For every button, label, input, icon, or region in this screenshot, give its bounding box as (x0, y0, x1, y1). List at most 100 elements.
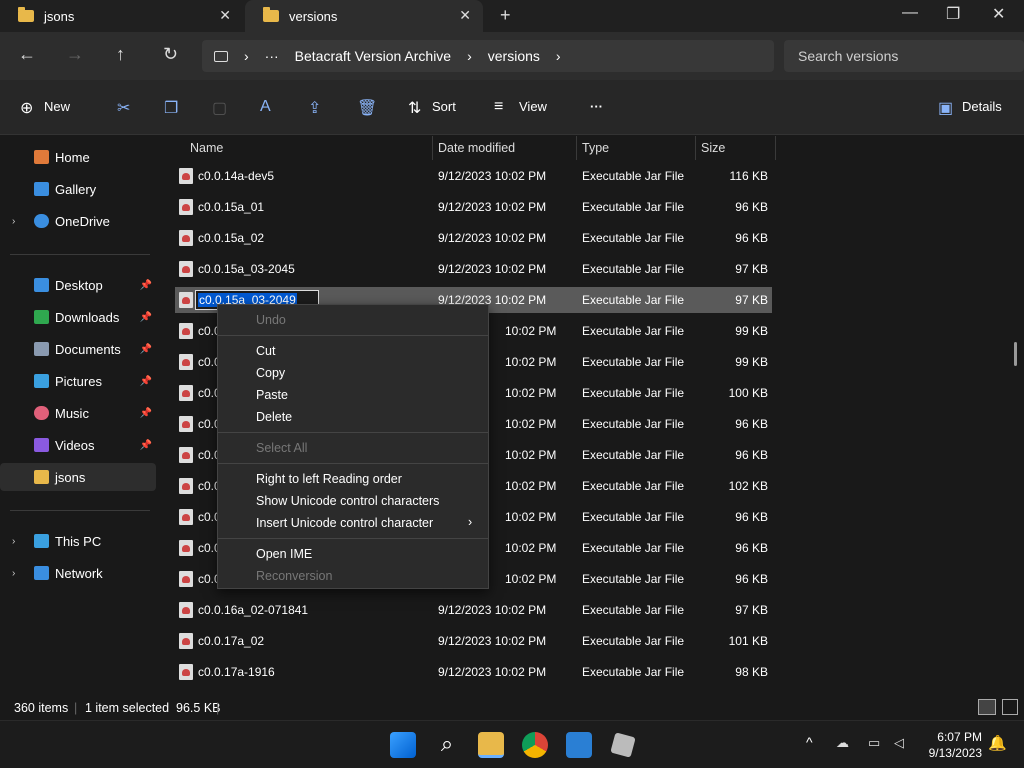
table-row[interactable]: c0.0.15a_01 9/12/2023 10:02 PM Executable … (175, 194, 772, 220)
gallery-icon (34, 182, 49, 196)
volume-icon[interactable]: ◁ (894, 735, 904, 751)
menu-item-paste[interactable]: Paste (256, 388, 288, 402)
back-button[interactable]: ← (18, 44, 36, 65)
minimize-button[interactable]: — (902, 4, 918, 22)
paste-icon[interactable]: ▢ (212, 98, 227, 118)
tiles-view-icon[interactable] (1002, 699, 1018, 715)
tab-jsons[interactable]: jsons ✕ (0, 0, 243, 32)
file-size: 96 KB (735, 541, 768, 555)
search-icon[interactable]: ⌕ (434, 732, 460, 758)
menu-item-delete[interactable]: Delete (256, 410, 292, 424)
command-bar: ⊕ New ✂ ❐ ▢ A ⇪ 🗑 ⇅ Sort ≡ View ··· ▣ De… (0, 80, 1024, 135)
file-date: 10:02 PM (505, 417, 557, 431)
breadcrumb[interactable]: › ··· Betacraft Version Archive › versio… (202, 40, 774, 72)
breadcrumb-item[interactable]: versions (488, 48, 540, 64)
music-icon (34, 406, 49, 420)
status-divider: | (216, 701, 220, 715)
file-type: Executable Jar File (582, 200, 685, 214)
menu-separator (218, 432, 488, 433)
maximize-button[interactable]: ❐ (946, 4, 960, 24)
sort-button[interactable]: Sort (432, 99, 456, 114)
table-row[interactable]: c0.0.15a_02 9/12/2023 10:02 PM Executable … (175, 225, 772, 251)
copy-icon[interactable]: ❐ (164, 98, 178, 118)
tab-close-icon[interactable]: ✕ (459, 7, 471, 24)
start-icon[interactable] (390, 732, 416, 758)
table-row[interactable]: c0.0.17a_02 9/12/2023 10:02 PM Executable … (175, 628, 772, 654)
chrome-icon[interactable] (522, 732, 548, 758)
share-icon[interactable]: ⇪ (308, 98, 321, 118)
sidebar-item-downloads[interactable]: Downloads 📌 (0, 303, 156, 331)
table-row[interactable]: c0.0.16a_02-071841 9/12/2023 10:02 PM Exec… (175, 597, 772, 623)
chevron-right-icon[interactable]: › (12, 536, 15, 547)
up-button[interactable]: ↑ (116, 44, 125, 65)
menu-item-rtl-reading[interactable]: Right to left Reading order (256, 472, 402, 486)
notification-icon[interactable]: 🔔 (988, 734, 1007, 752)
cut-icon[interactable]: ✂ (117, 98, 130, 118)
table-row[interactable]: c0.0.14a-dev5 9/12/2023 10:02 PM Executabl… (175, 163, 772, 189)
scrollbar[interactable] (1014, 342, 1017, 366)
store-icon[interactable] (566, 732, 592, 758)
rename-icon[interactable]: A (260, 98, 271, 116)
sidebar-item-label: OneDrive (55, 213, 110, 229)
view-icon: ≡ (494, 98, 504, 115)
chevron-up-icon[interactable]: ^ (806, 734, 813, 750)
sidebar-item-documents[interactable]: Documents 📌 (0, 335, 156, 363)
table-row[interactable]: c0.0.15a_03-2045 9/12/2023 10:02 PM Execut… (175, 256, 772, 282)
sidebar-item-home[interactable]: Home (0, 143, 156, 171)
file-date: 10:02 PM (505, 448, 557, 462)
column-type[interactable]: Type (576, 136, 696, 160)
sidebar-item-label: Home (55, 149, 90, 165)
jar-file-icon (179, 633, 193, 649)
folder-icon (34, 470, 49, 484)
menu-item-reconversion[interactable]: Reconversion (256, 569, 332, 583)
roblox-icon[interactable] (610, 732, 636, 758)
tab-bar: jsons ✕ versions ✕ + — ❐ ✕ (0, 0, 1024, 32)
menu-item-select-all[interactable]: Select All (256, 441, 307, 455)
folder-icon (18, 7, 34, 22)
view-button[interactable]: View (519, 99, 547, 114)
menu-item-copy[interactable]: Copy (256, 366, 285, 380)
clock[interactable]: 6:07 PM 9/13/2023 (929, 729, 982, 761)
more-options-button[interactable]: ··· (590, 99, 603, 114)
file-type: Executable Jar File (582, 572, 685, 586)
refresh-button[interactable]: ↻ (163, 44, 178, 65)
sidebar-item-gallery[interactable]: Gallery (0, 175, 156, 203)
tab-versions[interactable]: versions ✕ (245, 0, 483, 32)
onedrive-icon[interactable]: ☁ (836, 735, 849, 751)
menu-item-undo[interactable]: Undo (256, 313, 286, 327)
tab-close-icon[interactable]: ✕ (219, 7, 231, 24)
new-tab-button[interactable]: + (500, 5, 511, 26)
details-button[interactable]: Details (962, 99, 1002, 114)
forward-button[interactable]: → (66, 44, 84, 65)
sidebar-item-videos[interactable]: Videos 📌 (0, 431, 156, 459)
menu-item-cut[interactable]: Cut (256, 344, 275, 358)
sidebar-item-network[interactable]: › Network (0, 559, 156, 587)
close-window-button[interactable]: ✕ (992, 4, 1005, 24)
sidebar-item-onedrive[interactable]: › OneDrive (0, 207, 156, 235)
column-date[interactable]: Date modified (432, 136, 577, 160)
sidebar-item-jsons[interactable]: jsons (0, 463, 156, 491)
chevron-right-icon: › (468, 515, 473, 529)
file-date: 10:02 PM (505, 572, 557, 586)
breadcrumb-separator: › (467, 48, 472, 64)
sidebar-item-pictures[interactable]: Pictures 📌 (0, 367, 156, 395)
sidebar-item-music[interactable]: Music 📌 (0, 399, 156, 427)
delete-icon[interactable]: 🗑 (357, 98, 377, 118)
menu-item-insert-unicode[interactable]: Insert Unicode control character (256, 516, 433, 530)
details-view-icon[interactable] (978, 699, 996, 715)
chevron-right-icon[interactable]: › (12, 216, 15, 227)
table-row[interactable]: c0.0.17a-1916 9/12/2023 10:02 PM Executabl… (175, 659, 772, 685)
file-explorer-icon[interactable] (478, 732, 504, 758)
new-button[interactable]: New (44, 99, 70, 114)
sidebar-item-this-pc[interactable]: › This PC (0, 527, 156, 555)
column-name[interactable]: Name (184, 136, 433, 160)
breadcrumb-more[interactable]: ··· (265, 48, 279, 64)
search-input[interactable]: Search versions (784, 40, 1024, 72)
sidebar-item-desktop[interactable]: Desktop 📌 (0, 271, 156, 299)
menu-item-show-unicode[interactable]: Show Unicode control characters (256, 494, 439, 508)
network-icon[interactable]: ▭ (868, 735, 880, 751)
column-size[interactable]: Size (695, 136, 776, 160)
breadcrumb-item[interactable]: Betacraft Version Archive (295, 48, 451, 64)
menu-item-open-ime[interactable]: Open IME (256, 547, 312, 561)
chevron-right-icon[interactable]: › (12, 568, 15, 579)
